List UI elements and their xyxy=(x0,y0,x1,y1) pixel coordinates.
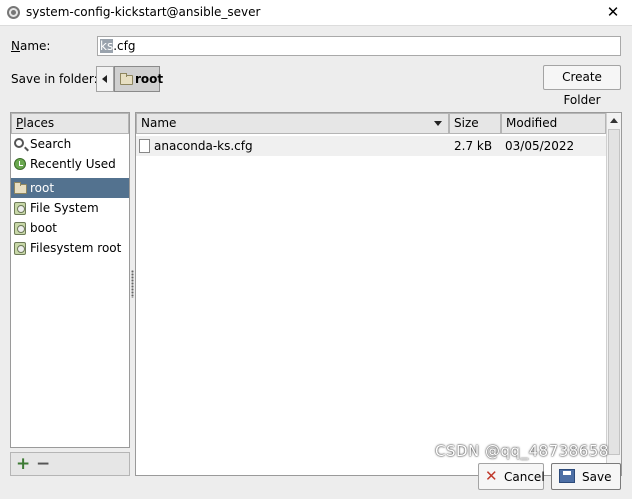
places-item-recently-used[interactable]: Recently Used xyxy=(11,154,129,174)
file-modified: 03/05/2022 xyxy=(505,139,575,153)
column-header-size[interactable]: Size xyxy=(449,113,501,134)
name-input[interactable]: ks.cfg xyxy=(97,36,621,56)
file-chooser-dialog: Name: ks.cfg Save in folder: root Create… xyxy=(0,26,632,499)
disk-icon xyxy=(14,242,26,255)
vertical-scrollbar[interactable] xyxy=(606,113,621,475)
file-list-header: Name Size Modified xyxy=(136,113,606,134)
cancel-button-label: Cancel xyxy=(504,470,545,484)
scrollbar-thumb[interactable] xyxy=(608,129,620,455)
path-back-button[interactable] xyxy=(96,66,114,92)
places-item-file-system[interactable]: File System xyxy=(11,198,129,218)
file-row[interactable]: anaconda-ks.cfg 2.7 kB 03/05/2022 xyxy=(136,136,606,156)
folder-icon xyxy=(120,73,133,85)
file-name: anaconda-ks.cfg xyxy=(154,139,253,153)
file-icon xyxy=(139,139,150,153)
file-list: Name Size Modified anaconda-ks.cfg 2.7 k… xyxy=(135,112,622,476)
name-input-selected-text: ks xyxy=(100,39,114,53)
close-button[interactable]: ✕ xyxy=(604,3,622,21)
column-header-name[interactable]: Name xyxy=(136,113,449,134)
recent-icon xyxy=(14,158,26,170)
places-header[interactable]: Places xyxy=(11,113,129,134)
title-bar: system-config-kickstart@ansible_sever ✕ xyxy=(0,0,632,26)
create-folder-button[interactable]: Create Folder xyxy=(543,65,621,107)
pane-resize-handle[interactable] xyxy=(131,270,134,298)
search-icon xyxy=(14,138,24,148)
places-item-label: root xyxy=(30,181,55,195)
places-toolbar: + − xyxy=(10,452,130,476)
name-input-rest-text: .cfg xyxy=(113,39,136,53)
name-label: Name: xyxy=(11,39,51,53)
disk-icon xyxy=(14,202,26,215)
places-item-search[interactable]: Search xyxy=(11,134,129,154)
file-size: 2.7 kB xyxy=(454,139,493,153)
cancel-button[interactable]: ✕ Cancel xyxy=(478,463,545,490)
places-item-label: boot xyxy=(30,221,58,235)
save-button-label: Save xyxy=(582,470,612,484)
path-button-label: root xyxy=(135,72,164,86)
cancel-icon: ✕ xyxy=(485,467,498,485)
places-panel: Places Search Recently Used root File Sy… xyxy=(10,112,130,448)
places-item-boot[interactable]: boot xyxy=(11,218,129,238)
folder-icon xyxy=(14,182,27,194)
places-item-label: Search xyxy=(30,137,72,151)
remove-bookmark-button[interactable]: − xyxy=(36,455,50,473)
places-item-filesystem-root[interactable]: Filesystem root xyxy=(11,238,129,258)
places-item-root[interactable]: root xyxy=(11,178,129,198)
add-bookmark-button[interactable]: + xyxy=(16,455,30,473)
column-header-modified[interactable]: Modified xyxy=(501,113,606,134)
watermark: CSDN @qq_48738658 xyxy=(435,442,609,460)
app-icon xyxy=(7,6,20,19)
places-item-label: File System xyxy=(30,201,99,215)
window-title: system-config-kickstart@ansible_sever xyxy=(26,5,261,19)
places-item-label: Filesystem root xyxy=(30,241,122,255)
column-header-label: Name xyxy=(141,116,177,130)
save-in-folder-label: Save in folder: xyxy=(11,72,98,86)
disk-icon xyxy=(14,222,26,235)
sort-arrow-icon xyxy=(434,121,442,126)
scroll-up-arrow-icon[interactable] xyxy=(610,118,618,123)
save-icon xyxy=(559,469,575,483)
save-button[interactable]: Save xyxy=(551,463,621,490)
places-item-label: Recently Used xyxy=(30,157,116,171)
path-button-root[interactable]: root xyxy=(114,66,164,92)
